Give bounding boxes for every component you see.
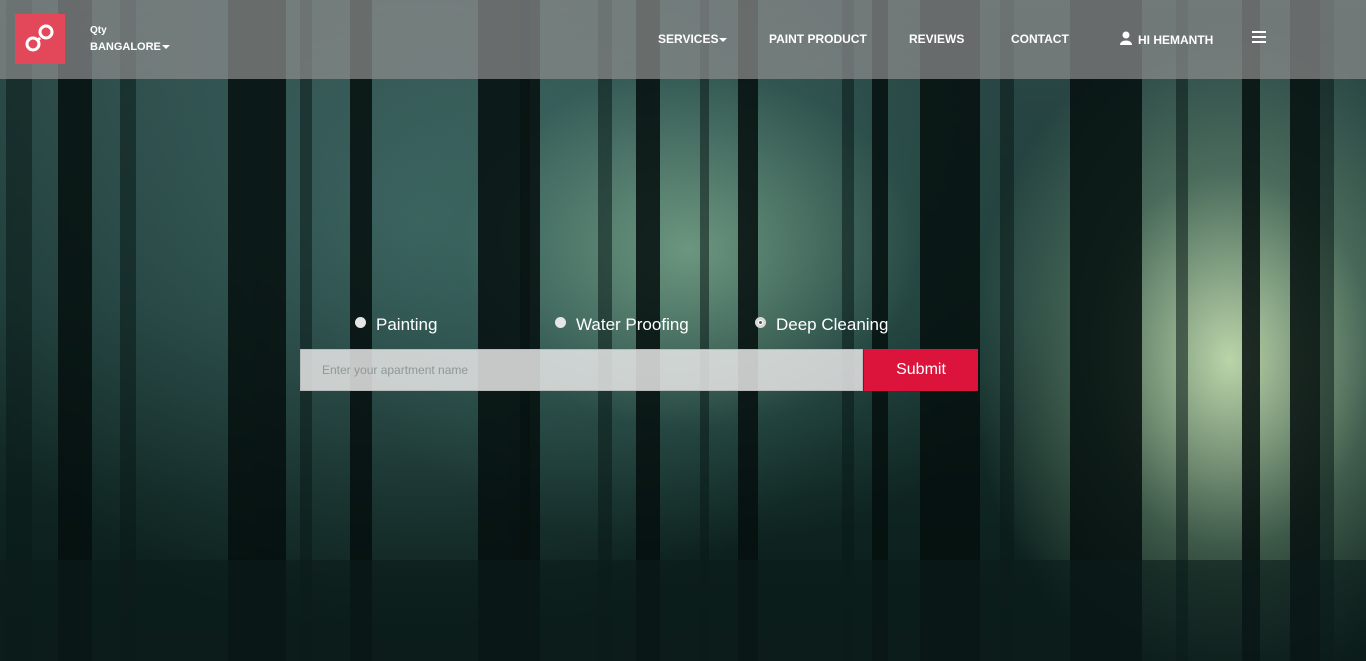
option-water-proofing-label: Water Proofing (576, 315, 689, 334)
radio-painting[interactable] (355, 317, 366, 328)
city-value: BANGALORE (90, 41, 161, 53)
user-greeting: HI HEMANTH (1138, 33, 1214, 47)
option-painting[interactable]: Painting (355, 314, 437, 336)
brand-logo-icon[interactable] (15, 14, 65, 64)
city-dropdown[interactable]: BANGALORE (90, 41, 170, 53)
option-painting-label: Painting (376, 315, 438, 334)
radio-water-proofing[interactable] (555, 317, 566, 328)
nav-paint-product[interactable]: PAINT PRODUCT (769, 31, 867, 47)
option-water-proofing[interactable]: Water Proofing (555, 314, 689, 336)
nav-services[interactable]: SERVICES (658, 31, 728, 47)
nav-services-label: SERVICES (658, 32, 719, 46)
user-icon (1120, 31, 1132, 49)
apartment-name-input[interactable] (300, 349, 863, 391)
top-navbar: Qty BANGALORE SERVICES PAINT PRODUCT REV… (0, 0, 1366, 79)
submit-button[interactable]: Submit (864, 349, 978, 391)
option-deep-cleaning[interactable]: Deep Cleaning (755, 314, 888, 336)
city-label: Qty (90, 25, 107, 36)
nav-reviews[interactable]: REVIEWS (909, 31, 964, 47)
option-deep-cleaning-label: Deep Cleaning (776, 315, 889, 334)
chevron-down-icon (161, 45, 170, 50)
chevron-down-icon (719, 37, 728, 42)
apartment-search-form: Submit (300, 349, 978, 391)
nav-contact[interactable]: CONTACT (1011, 31, 1069, 47)
page: Qty BANGALORE SERVICES PAINT PRODUCT REV… (0, 0, 1366, 661)
user-account-link[interactable]: HI HEMANTH (1120, 31, 1213, 49)
hamburger-menu-icon[interactable] (1252, 31, 1266, 44)
city-selector[interactable]: Qty BANGALORE (90, 25, 170, 57)
radio-deep-cleaning[interactable] (755, 317, 766, 328)
